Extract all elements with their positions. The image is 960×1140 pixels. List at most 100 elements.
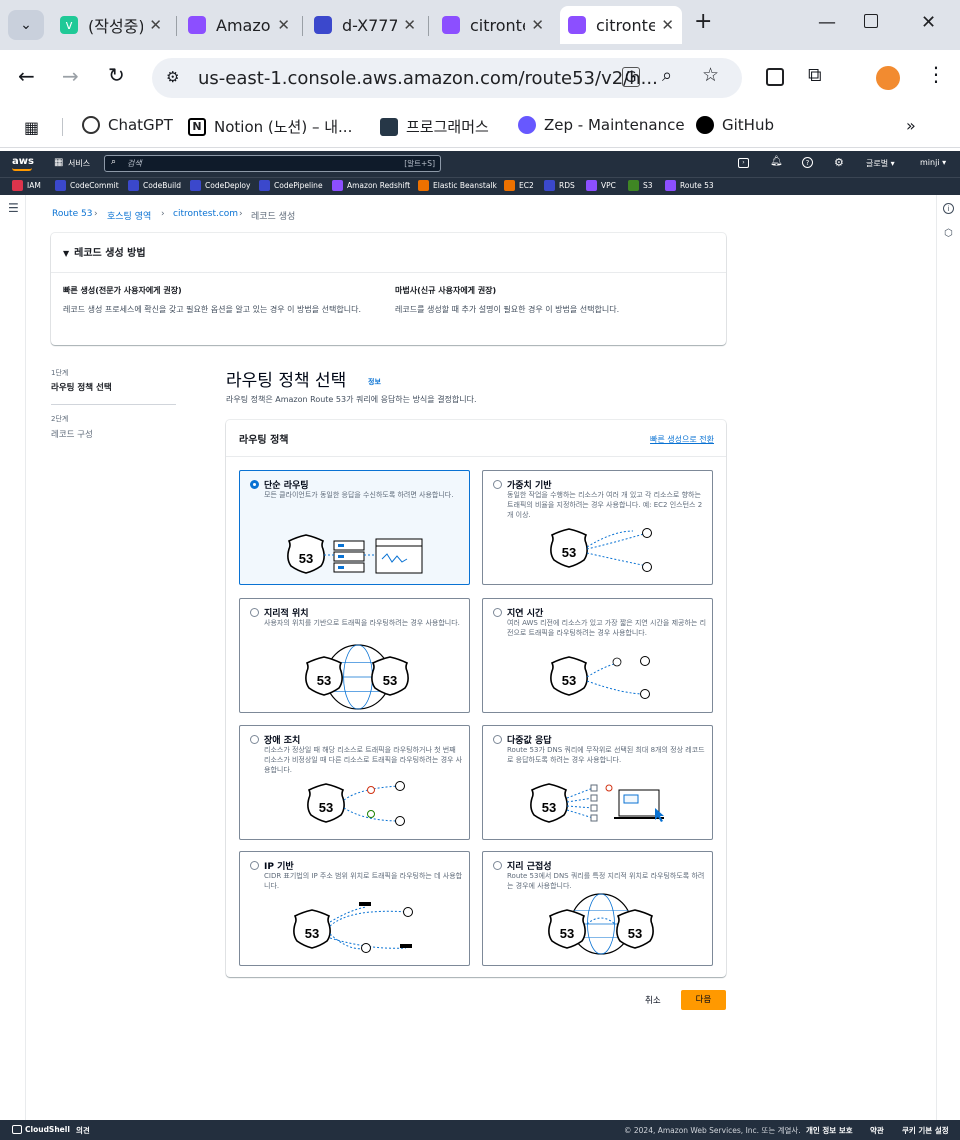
breadcrumb-chevron-icon: › <box>239 209 243 219</box>
footer-copyright: © 2024, Amazon Web Services, Inc. 또는 계열사… <box>624 1126 801 1135</box>
avatar[interactable] <box>876 66 900 90</box>
bookmark-programmers[interactable]: 프로그래머스 <box>380 116 489 137</box>
footer-privacy[interactable]: 개인 정보 보호 <box>806 1125 853 1136</box>
services-grid-icon[interactable]: ▦ <box>54 157 63 168</box>
search-icon: ⌕ <box>111 157 117 167</box>
info-link[interactable]: 정보 <box>368 377 381 387</box>
close-icon[interactable]: ✕ <box>531 16 544 34</box>
page-subtitle: 라우팅 정책은 Amazon Route 53가 쿼리에 응답하는 방식을 결정… <box>226 395 477 404</box>
browser-tab-3[interactable]: d-X7777✕ <box>306 6 424 44</box>
policy-card-latency[interactable]: 지연 시간 여러 AWS 리전에 리소스가 있고 가장 짧은 지연 시간을 제공하… <box>482 598 713 713</box>
bookmark-star-icon[interactable]: ☆ <box>702 64 719 86</box>
step-1-label[interactable]: 라우팅 정책 선택 <box>51 381 112 393</box>
switch-to-quick-create-link[interactable]: 빠른 생성으로 전환 <box>650 434 714 445</box>
bookmark-zep[interactable]: Zep - Maintenance <box>518 116 685 134</box>
favorite-codecommit[interactable]: CodeCommit <box>55 180 119 191</box>
services-menu[interactable]: 서비스 <box>68 158 90 169</box>
maximize-button[interactable] <box>864 12 878 33</box>
favorite-codebuild[interactable]: CodeBuild <box>128 180 181 191</box>
step-2-number: 2단계 <box>51 415 69 423</box>
browser-tab-4[interactable]: citronte✕ <box>434 6 552 44</box>
favorite-elastic-beanstalk[interactable]: Elastic Beanstalk <box>418 180 497 191</box>
aws-logo[interactable]: aws <box>12 156 34 167</box>
zoom-icon[interactable]: ⌕ <box>662 65 672 86</box>
site-info-icon[interactable]: ⚙ <box>166 68 179 86</box>
cloudshell-icon[interactable] <box>12 1125 22 1134</box>
svg-text:53: 53 <box>299 551 313 566</box>
close-icon[interactable]: ✕ <box>661 16 674 34</box>
minimize-button[interactable]: — <box>818 12 836 33</box>
browser-tab-5-active[interactable]: citronte ✕ <box>560 6 682 44</box>
more-bookmarks-icon[interactable]: » <box>906 116 916 135</box>
cancel-button[interactable]: 취소 <box>645 994 661 1006</box>
breadcrumb-route53[interactable]: Route 53 <box>52 209 92 219</box>
simple-illustration-icon: 53 <box>287 534 423 574</box>
method-panel-title: 레코드 생성 방법 <box>74 248 146 259</box>
settings-gear-icon[interactable]: ⚙ <box>834 156 844 169</box>
bookmark-github[interactable]: GitHub <box>696 116 774 134</box>
policy-card-simple[interactable]: 단순 라우팅 모든 클라이언트가 동일한 응답을 수신하도록 하려면 사용합니다.… <box>239 470 470 585</box>
favorite-s3[interactable]: S3 <box>628 180 653 191</box>
tab-search-button[interactable]: ⌄ <box>8 10 44 40</box>
svg-text:53: 53 <box>542 800 556 815</box>
policy-card-multivalue[interactable]: 다중값 응답 Route 53가 DNS 쿼리에 무작위로 선택된 최대 8개의 … <box>482 725 713 840</box>
bookmark-chatgpt[interactable]: ChatGPT <box>82 116 173 134</box>
bell-icon[interactable]: 🔔︎ <box>770 156 783 167</box>
next-button[interactable]: 다음 <box>681 990 726 1010</box>
favorite-amazon-redshift[interactable]: Amazon Redshift <box>332 180 410 191</box>
translate-icon[interactable]: G <box>622 67 640 87</box>
favorite-route-53[interactable]: Route 53 <box>665 180 714 191</box>
wizard-desc: 레코드를 생성할 때 추가 설명이 필요한 경우 이 방법을 선택합니다. <box>395 305 620 314</box>
svg-text:53: 53 <box>628 926 642 941</box>
policy-card-ip-based[interactable]: IP 기반 CIDR 표기법의 IP 주소 범위 위치로 트래픽을 라우팅하는 데… <box>239 851 470 966</box>
info-icon[interactable]: i <box>943 203 954 214</box>
search-placeholder: 검색 <box>127 159 142 168</box>
browser-tab-2[interactable]: Amazon ✕ <box>180 6 298 44</box>
route53-shield-icon: 53 <box>550 528 588 568</box>
help-icon[interactable]: ? <box>802 157 813 168</box>
breadcrumb-hosted-zones[interactable]: 호스팅 영역 <box>107 209 151 222</box>
favorite-iam[interactable]: IAM <box>12 180 41 191</box>
close-window-button[interactable]: ✕ <box>921 12 936 33</box>
smile-logo-icon <box>12 168 32 171</box>
favorite-ec2[interactable]: EC2 <box>504 180 534 191</box>
region-selector[interactable]: 글로벌 ▾ <box>866 158 895 169</box>
favorite-codedeploy[interactable]: CodeDeploy <box>190 180 250 191</box>
policy-card-weighted[interactable]: 가중치 기반 동일한 작업을 수행하는 리소스가 여러 개 있고 각 리소스로 향… <box>482 470 713 585</box>
policy-card-failover[interactable]: 장애 조치 리소스가 정상일 때 해당 리소스로 트래픽을 라우팅하거나 첫 번째… <box>239 725 470 840</box>
close-icon[interactable]: ✕ <box>277 16 290 34</box>
tutorial-icon[interactable]: ⬡ <box>944 228 953 239</box>
svg-text:53: 53 <box>305 926 319 941</box>
apps-grid-icon[interactable]: ▦ <box>24 118 39 137</box>
hamburger-menu-icon[interactable]: ☰ <box>8 201 19 215</box>
url-field[interactable]: ⚙ us-east-1.console.aws.amazon.com/route… <box>152 58 742 98</box>
policy-card-geoproximity[interactable]: 지리 근접성 Route 53에서 DNS 쿼리를 특정 지리적 위치로 라우팅하… <box>482 851 713 966</box>
forward-icon[interactable]: → <box>62 64 79 88</box>
footer-feedback[interactable]: 의견 <box>76 1125 90 1136</box>
account-menu[interactable]: minji ▾ <box>920 158 946 167</box>
cloudshell-icon[interactable]: › <box>738 158 749 168</box>
close-icon[interactable]: ✕ <box>403 16 416 34</box>
new-tab-button[interactable]: + <box>694 9 712 34</box>
favorite-codepipeline[interactable]: CodePipeline <box>259 180 323 191</box>
close-icon[interactable]: ✕ <box>149 16 162 34</box>
back-icon[interactable]: ← <box>18 64 35 88</box>
favorite-rds[interactable]: RDS <box>544 180 575 191</box>
footer-terms[interactable]: 약관 <box>870 1125 884 1136</box>
reload-icon[interactable]: ↻ <box>108 63 125 87</box>
aws-favorites-bar: IAM CodeCommit CodeBuild CodeDeploy CodePipe… <box>0 177 960 195</box>
search-input[interactable]: ⌕ 검색 [알트+S] <box>104 155 441 172</box>
method-panel-header[interactable]: ▼ 레코드 생성 방법 <box>63 244 146 259</box>
svg-text:53: 53 <box>560 926 574 941</box>
favorite-vpc[interactable]: VPC <box>586 180 616 191</box>
bookmark-notion[interactable]: N Notion (노션) – 내... <box>188 116 352 137</box>
footer-cloudshell[interactable]: CloudShell <box>25 1125 70 1134</box>
service-icon <box>665 180 676 191</box>
breadcrumb-zone[interactable]: citrontest.com <box>173 209 238 219</box>
browser-tab-1[interactable]: v (작성중) ✕ <box>52 6 170 44</box>
extension-app-icon[interactable] <box>766 68 784 86</box>
footer-cookies[interactable]: 쿠키 기본 설정 <box>902 1125 949 1136</box>
policy-card-geolocation[interactable]: 지리적 위치 사용자의 위치를 기반으로 트래픽을 라우팅하려는 경우 사용합니다… <box>239 598 470 713</box>
menu-dots-icon[interactable]: ⋮ <box>926 62 946 86</box>
extensions-puzzle-icon[interactable]: ⧉ <box>808 64 822 86</box>
